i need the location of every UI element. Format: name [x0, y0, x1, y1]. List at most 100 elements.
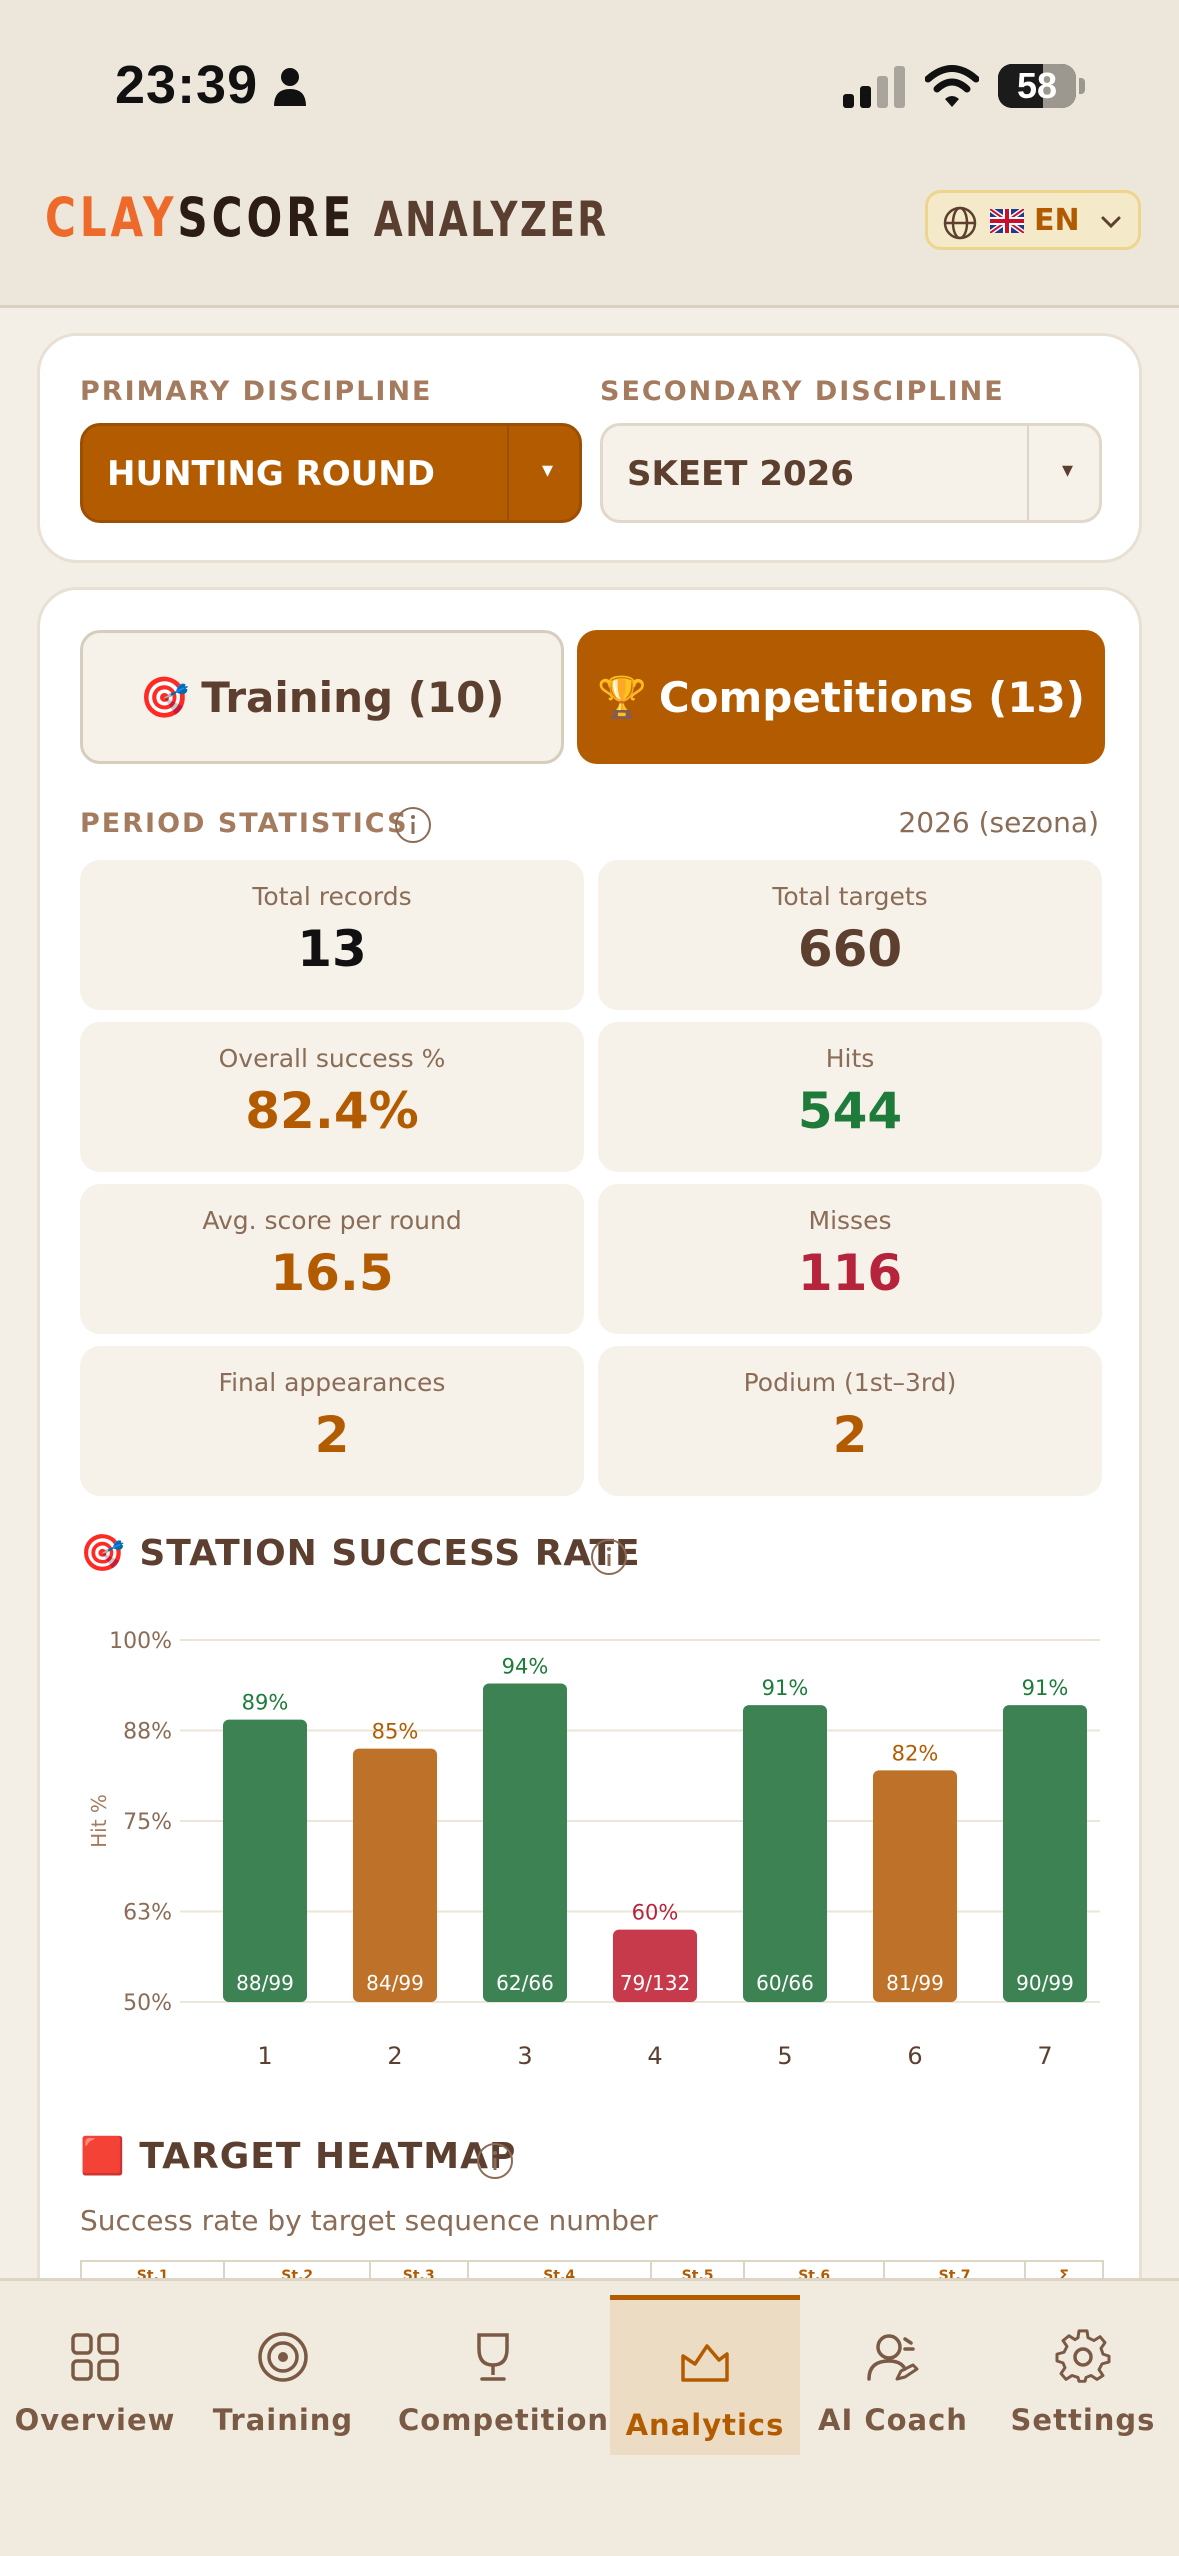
nav-overview[interactable]: Overview [0, 2295, 190, 2455]
nav-ai-coach[interactable]: AI Coach [798, 2295, 988, 2455]
station-chart-title-text: STATION SUCCESS RATE [139, 1533, 641, 1574]
bar-value-label: 85% [372, 1720, 419, 1744]
gear-icon [1055, 2329, 1111, 2383]
station-bar [873, 1770, 957, 2002]
y-tick-label: 88% [123, 1720, 172, 1745]
bar-hits-label: 79/132 [620, 1971, 690, 1995]
stat-value: 2 [832, 1406, 868, 1464]
grid-icon [71, 2333, 119, 2381]
stat-value: 544 [797, 1082, 903, 1140]
station-bar [1003, 1705, 1087, 2002]
chart-icon [681, 2344, 729, 2382]
secondary-discipline-select[interactable]: SKEET 2026 ▾ [600, 423, 1102, 523]
info-icon[interactable] [476, 2142, 514, 2180]
heatmap-title-text: TARGET HEATMAP [139, 2136, 517, 2177]
nav-training[interactable]: Training [188, 2295, 378, 2455]
station-chart-title: 🎯 STATION SUCCESS RATE [80, 1532, 641, 1574]
stat-value: 116 [797, 1244, 903, 1302]
station-bar [483, 1683, 567, 2002]
bar-hits-label: 90/99 [1016, 1971, 1074, 1995]
period-statistics-label: PERIOD STATISTICS [80, 808, 409, 839]
nav-analytics[interactable]: Analytics [610, 2295, 800, 2455]
app-header: CLAYSCORE ANALYZER EN [0, 170, 1179, 308]
stat-card: Total records 13 [80, 860, 584, 1010]
select-divider [507, 426, 509, 520]
x-tick-label: 7 [1037, 2042, 1052, 2070]
stat-value: 82.4% [245, 1082, 419, 1140]
station-bar [353, 1748, 437, 2002]
dropdown-arrow-icon: ▾ [1061, 458, 1073, 483]
y-tick-label: 50% [123, 1991, 172, 2016]
heatmap-title: 🟥 TARGET HEATMAP [80, 2135, 516, 2177]
flag-icon [990, 209, 1024, 233]
bar-value-label: 60% [632, 1901, 679, 1925]
target-icon [258, 2332, 308, 2382]
app-logo: CLAYSCORE ANALYZER [45, 186, 608, 249]
battery-level: 58 [1016, 65, 1058, 106]
nav-competitions[interactable]: Competitions [398, 2295, 628, 2455]
x-tick-label: 4 [647, 2042, 662, 2070]
tab-competitions[interactable]: 🏆 Competitions (13) [577, 630, 1105, 764]
tab-training[interactable]: 🎯 Training (10) [80, 630, 564, 764]
stat-value: 660 [797, 920, 903, 978]
y-axis-label: Hit % [87, 1794, 111, 1848]
y-tick-label: 100% [109, 1629, 172, 1654]
target-emoji-icon: 🎯 [80, 1533, 126, 1574]
dropdown-arrow-icon: ▾ [541, 458, 553, 483]
station-bar [743, 1705, 827, 2002]
stat-label: Podium (1st–3rd) [743, 1368, 957, 1397]
secondary-discipline-label: SECONDARY DISCIPLINE [600, 376, 1005, 407]
stat-card: Misses 116 [598, 1184, 1102, 1334]
info-icon[interactable] [590, 1538, 628, 1576]
primary-discipline-label: PRIMARY DISCIPLINE [80, 376, 433, 407]
analytics-card: 🎯 Training (10) 🏆 Competitions (13) PERI… [37, 587, 1142, 2487]
nav-label: Settings [1010, 2403, 1156, 2437]
language-code: EN [1034, 203, 1080, 238]
globe-icon [943, 206, 977, 240]
nav-label: Overview [14, 2403, 176, 2437]
discipline-card: PRIMARY DISCIPLINE SECONDARY DISCIPLINE … [37, 333, 1142, 563]
wifi-icon [925, 65, 979, 107]
info-icon[interactable] [394, 806, 432, 844]
x-tick-label: 3 [517, 2042, 532, 2070]
battery-indicator: 58 [998, 64, 1076, 108]
status-time: 23:39 [115, 55, 259, 115]
bar-hits-label: 84/99 [366, 1971, 424, 1995]
period-value: 2026 (sezona) [898, 806, 1099, 839]
bar-value-label: 91% [762, 1676, 809, 1700]
nav-label: Competitions [398, 2403, 628, 2437]
stat-label: Overall success % [218, 1044, 446, 1073]
language-selector[interactable]: EN [925, 190, 1141, 250]
stat-label: Total targets [772, 882, 928, 911]
person-icon [274, 68, 306, 106]
heatmap-subtitle: Success rate by target sequence number [80, 2204, 658, 2237]
bar-value-label: 91% [1022, 1676, 1069, 1700]
logo-score: SCORE [177, 186, 356, 249]
bar-hits-label: 60/66 [756, 1971, 814, 1995]
nav-label: Analytics [625, 2408, 785, 2442]
stat-value: 2 [314, 1406, 350, 1464]
bar-value-label: 94% [502, 1654, 549, 1678]
stat-value: 13 [297, 920, 367, 978]
y-tick-label: 75% [123, 1810, 172, 1835]
stat-label: Total records [252, 882, 412, 911]
station-success-chart: 100% 88% 75% 63% 50% Hit % 89% 88/99 1 85% 84/99 2 9… [87, 1629, 1100, 2070]
x-tick-label: 2 [387, 2042, 402, 2070]
stat-card: Total targets 660 [598, 860, 1102, 1010]
secondary-discipline-value: SKEET 2026 [627, 454, 854, 494]
stat-card: Podium (1st–3rd) 2 [598, 1346, 1102, 1496]
heatmap-emoji-icon: 🟥 [80, 2136, 126, 2177]
trophy-icon [477, 2333, 509, 2381]
x-tick-label: 1 [257, 2042, 272, 2070]
coach-icon [867, 2334, 919, 2381]
primary-discipline-select[interactable]: HUNTING ROUND ▾ [80, 423, 582, 523]
stat-label: Avg. score per round [202, 1206, 462, 1235]
bottom-navigation: Overview Training Competitions Analytics… [0, 2278, 1179, 2556]
logo-clay: CLAY [45, 186, 178, 249]
nav-settings[interactable]: Settings [988, 2295, 1178, 2455]
status-bar: 23:39 58 [0, 0, 1179, 170]
stat-label: Misses [808, 1206, 892, 1235]
trophy-emoji-icon: 🏆 [597, 674, 647, 721]
logo-analyzer: ANALYZER [373, 192, 609, 248]
bar-hits-label: 88/99 [236, 1971, 294, 1995]
